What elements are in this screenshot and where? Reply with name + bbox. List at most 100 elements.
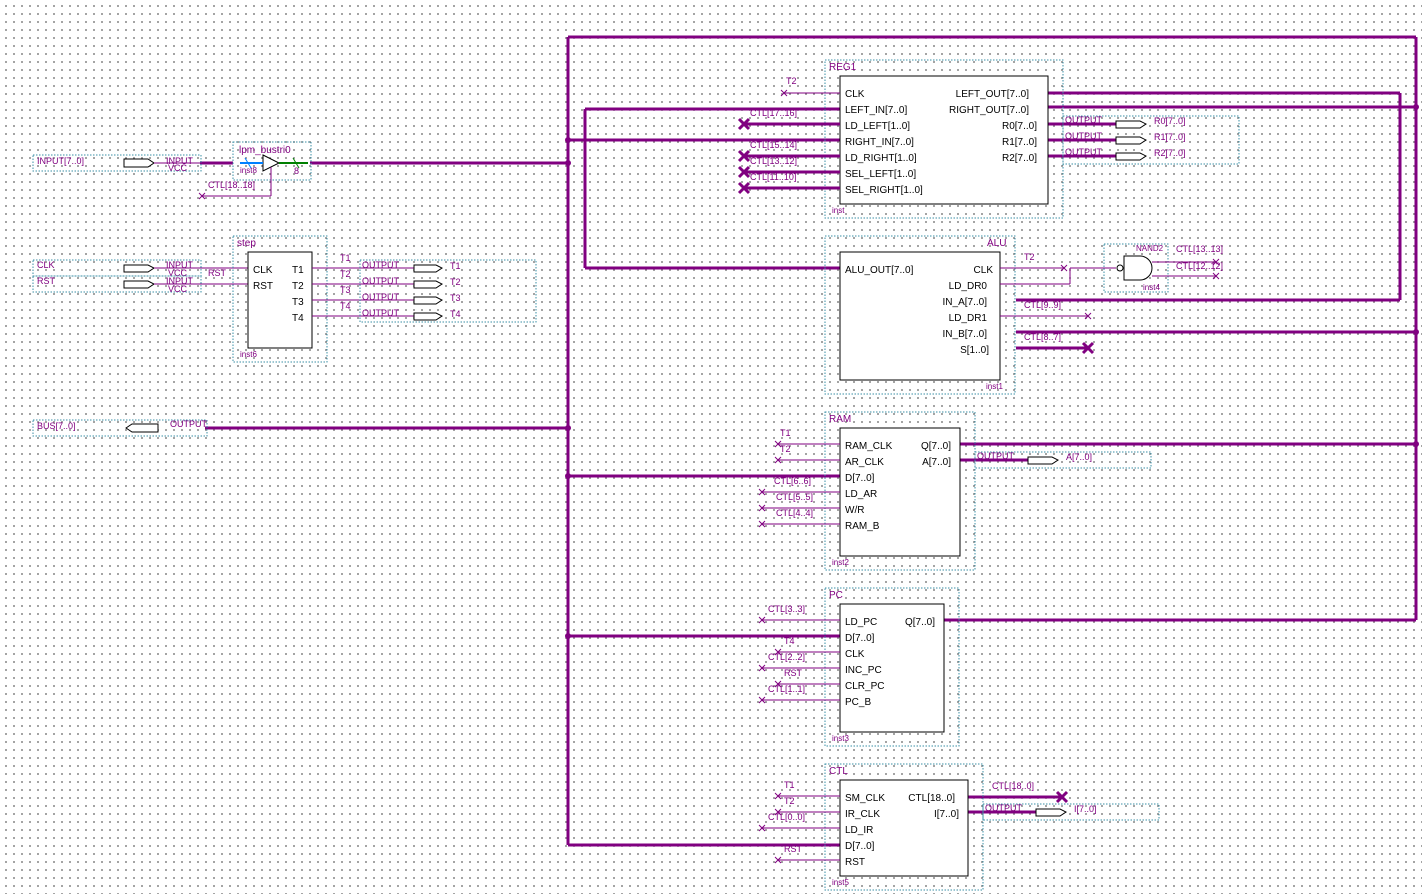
svg-text:T2: T2 <box>340 269 351 279</box>
svg-text:CLK: CLK <box>37 260 55 270</box>
output-pin-a[interactable]: OUTPUT A[7..0] <box>974 451 1152 469</box>
svg-text:D[7..0]: D[7..0] <box>845 473 875 484</box>
svg-text:CTL[18..18]: CTL[18..18] <box>208 180 255 190</box>
bustri-block[interactable]: lpm_bustri0 8 inst8 CTL[18..18] <box>198 141 312 200</box>
svg-text:SEL_LEFT[1..0]: SEL_LEFT[1..0] <box>845 169 916 180</box>
svg-text:CTL[9..9]: CTL[9..9] <box>1024 300 1061 310</box>
svg-text:CLK: CLK <box>974 265 994 276</box>
svg-text:I[7..0]: I[7..0] <box>934 809 959 820</box>
svg-text:OUTPUT: OUTPUT <box>362 308 400 318</box>
svg-text:R1[7..0]: R1[7..0] <box>1002 137 1037 148</box>
svg-text:8: 8 <box>294 166 299 176</box>
svg-text:LD_LEFT[1..0]: LD_LEFT[1..0] <box>845 121 910 132</box>
svg-text:RAM_CLK: RAM_CLK <box>845 441 893 452</box>
output-pin-t4[interactable]: OUTPUT T4 <box>362 308 461 321</box>
ram-block[interactable]: RAM RAM_CLK AR_CLK D[7..0] LD_AR W/R RAM… <box>758 411 976 571</box>
nand2-gate[interactable]: NAND2 CTL[13..13] CTL[12..12] inst4 <box>1103 243 1223 293</box>
svg-text:CTL[4..4]: CTL[4..4] <box>776 508 813 518</box>
svg-text:T2: T2 <box>292 281 304 292</box>
svg-text:I[7..0]: I[7..0] <box>1074 804 1097 814</box>
svg-text:LD_IR: LD_IR <box>845 825 873 836</box>
ctl-block[interactable]: CTL SM_CLK IR_CLK LD_IR D[7..0] RST CTL[… <box>758 763 1069 891</box>
rst-net-label: RST <box>208 268 227 278</box>
t-output-pins[interactable]: OUTPUT T1 OUTPUT T2 OUTPUT T3 OUTPUT T4 <box>359 259 537 323</box>
svg-text:inst8: inst8 <box>240 166 257 175</box>
svg-text:T2: T2 <box>786 76 797 86</box>
svg-text:LEFT_IN[7..0]: LEFT_IN[7..0] <box>845 105 907 116</box>
svg-text:LD_DR0: LD_DR0 <box>949 281 988 292</box>
svg-text:ALU: ALU <box>987 238 1006 249</box>
svg-text:S[1..0]: S[1..0] <box>960 345 989 356</box>
svg-text:ALU_OUT[7..0]: ALU_OUT[7..0] <box>845 265 914 276</box>
svg-text:CTL[5..5]: CTL[5..5] <box>776 492 813 502</box>
svg-text:A[7..0]: A[7..0] <box>922 457 951 468</box>
svg-text:AR_CLK: AR_CLK <box>845 457 884 468</box>
output-pin-r0[interactable]: OUTPUT R0[7..0] <box>1065 115 1186 129</box>
svg-text:inst: inst <box>832 206 845 215</box>
svg-text:T1: T1 <box>450 261 461 271</box>
svg-text:IN_A[7..0]: IN_A[7..0] <box>943 297 988 308</box>
output-pin-bus[interactable]: BUS[7..0] OUTPUT <box>32 419 208 437</box>
svg-text:CTL[2..2]: CTL[2..2] <box>768 652 805 662</box>
svg-text:SEL_RIGHT[1..0]: SEL_RIGHT[1..0] <box>845 185 923 196</box>
output-pin-r2[interactable]: OUTPUT R2[7..0] <box>1065 147 1186 161</box>
svg-text:CLK: CLK <box>253 265 273 276</box>
svg-text:T4: T4 <box>292 313 304 324</box>
svg-text:OUTPUT: OUTPUT <box>1065 131 1103 141</box>
svg-text:T1: T1 <box>784 780 795 790</box>
output-pin-t1[interactable]: OUTPUT T1 <box>362 260 461 273</box>
svg-text:T4: T4 <box>784 636 795 646</box>
svg-text:RST: RST <box>253 281 273 292</box>
svg-text:LD_PC: LD_PC <box>845 617 877 628</box>
svg-text:RAM: RAM <box>829 414 851 425</box>
reg-output-pins[interactable]: OUTPUT R0[7..0] OUTPUT R1[7..0] OUTPUT R… <box>1062 115 1240 165</box>
svg-text:CTL[17..16]: CTL[17..16] <box>750 108 797 118</box>
alu-block[interactable]: ALU ALU_OUT[7..0] CLK LD_DR0 IN_A[7..0] … <box>824 235 1116 395</box>
svg-text:PC_B: PC_B <box>845 697 871 708</box>
svg-text:T3: T3 <box>450 293 461 303</box>
svg-text:OUTPUT: OUTPUT <box>1065 147 1103 157</box>
output-pin-t2[interactable]: OUTPUT T2 <box>362 276 461 289</box>
svg-text:RST: RST <box>37 276 56 286</box>
svg-text:CLK: CLK <box>845 649 865 660</box>
svg-text:inst1: inst1 <box>986 382 1003 391</box>
pc-block[interactable]: PC LD_PC D[7..0] CLK INC_PC CLR_PC PC_B … <box>758 587 960 747</box>
svg-text:inst6: inst6 <box>240 350 257 359</box>
svg-text:INC_PC: INC_PC <box>845 665 882 676</box>
svg-text:OUTPUT: OUTPUT <box>362 276 400 286</box>
svg-text:SM_CLK: SM_CLK <box>845 793 885 804</box>
svg-text:T1: T1 <box>780 428 791 438</box>
svg-text:RAM_B: RAM_B <box>845 521 880 532</box>
svg-text:R0[7..0]: R0[7..0] <box>1154 116 1186 126</box>
svg-text:R2[7..0]: R2[7..0] <box>1002 153 1037 164</box>
input-pin-data[interactable]: INPUT[7..0] INPUT VCC <box>32 154 202 173</box>
svg-text:T2: T2 <box>1024 252 1035 262</box>
svg-text:D[7..0]: D[7..0] <box>845 633 875 644</box>
svg-text:CTL[13..12]: CTL[13..12] <box>750 156 797 166</box>
output-pin-i[interactable]: OUTPUT I[7..0] <box>982 803 1160 821</box>
svg-text:T3: T3 <box>292 297 304 308</box>
svg-text:CTL[11..10]: CTL[11..10] <box>750 172 796 182</box>
svg-text:VCC: VCC <box>168 284 188 294</box>
svg-text:R1[7..0]: R1[7..0] <box>1154 132 1186 142</box>
schematic-canvas: INPUT[7..0] INPUT VCC CLK INPUT VCC RST … <box>32 35 1419 891</box>
svg-text:RIGHT_IN[7..0]: RIGHT_IN[7..0] <box>845 137 914 148</box>
svg-text:CTL[6..6]: CTL[6..6] <box>774 476 811 486</box>
svg-text:T4: T4 <box>340 301 351 311</box>
output-pin-r1[interactable]: OUTPUT R1[7..0] <box>1065 131 1186 145</box>
svg-text:RST: RST <box>784 844 803 854</box>
svg-text:IR_CLK: IR_CLK <box>845 809 880 820</box>
svg-text:OUTPUT: OUTPUT <box>362 292 400 302</box>
output-pin-t3[interactable]: OUTPUT T3 <box>362 292 461 305</box>
svg-text:D[7..0]: D[7..0] <box>845 841 875 852</box>
svg-text:REG1: REG1 <box>829 62 857 73</box>
svg-text:T2: T2 <box>780 444 791 454</box>
svg-text:OUTPUT: OUTPUT <box>170 419 208 429</box>
input-pin-rst[interactable]: RST INPUT VCC <box>32 275 248 294</box>
svg-text:inst5: inst5 <box>832 878 849 887</box>
svg-text:CTL[8..7]: CTL[8..7] <box>1024 332 1061 342</box>
svg-text:CTL[18..0]: CTL[18..0] <box>908 793 955 804</box>
svg-text:RIGHT_OUT[7..0]: RIGHT_OUT[7..0] <box>949 105 1029 116</box>
svg-text:Q[7..0]: Q[7..0] <box>921 441 951 452</box>
svg-text:R2[7..0]: R2[7..0] <box>1154 148 1186 158</box>
